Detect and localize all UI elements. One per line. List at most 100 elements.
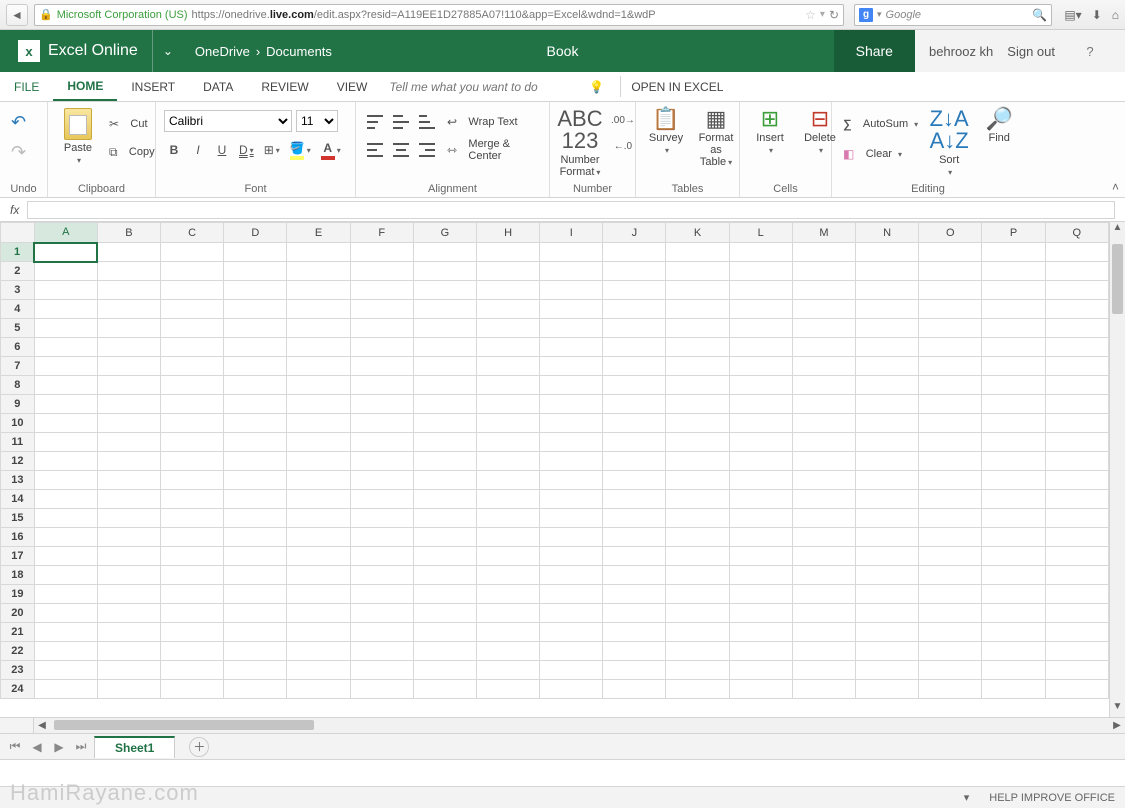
cell-J9[interactable] bbox=[603, 395, 666, 414]
cell-J5[interactable] bbox=[603, 319, 666, 338]
find-button[interactable]: 🔎 Find bbox=[977, 106, 1021, 146]
cell-I14[interactable] bbox=[540, 490, 603, 509]
cell-I4[interactable] bbox=[540, 300, 603, 319]
cell-N2[interactable] bbox=[856, 262, 919, 281]
cell-C18[interactable] bbox=[161, 566, 224, 585]
undo-button[interactable]: ↶ bbox=[8, 112, 29, 132]
document-title[interactable]: Book bbox=[547, 43, 579, 59]
cell-G7[interactable] bbox=[413, 357, 476, 376]
col-header-K[interactable]: K bbox=[666, 223, 729, 243]
cell-O11[interactable] bbox=[919, 433, 982, 452]
row-header-18[interactable]: 18 bbox=[1, 566, 35, 585]
cell-O20[interactable] bbox=[919, 604, 982, 623]
tab-insert[interactable]: INSERT bbox=[117, 72, 189, 101]
cell-B13[interactable] bbox=[97, 471, 160, 490]
last-sheet-icon[interactable]: ⏭ bbox=[72, 738, 90, 756]
cell-K16[interactable] bbox=[666, 528, 729, 547]
cell-M11[interactable] bbox=[792, 433, 855, 452]
cell-C2[interactable] bbox=[161, 262, 224, 281]
bold-button[interactable]: B bbox=[164, 140, 184, 160]
cell-F1[interactable] bbox=[350, 243, 413, 262]
cell-C5[interactable] bbox=[161, 319, 224, 338]
cell-O7[interactable] bbox=[919, 357, 982, 376]
cell-I8[interactable] bbox=[540, 376, 603, 395]
cell-Q4[interactable] bbox=[1045, 300, 1108, 319]
cell-A9[interactable] bbox=[34, 395, 97, 414]
cell-A22[interactable] bbox=[34, 642, 97, 661]
cell-J21[interactable] bbox=[603, 623, 666, 642]
cell-C13[interactable] bbox=[161, 471, 224, 490]
cell-D9[interactable] bbox=[224, 395, 287, 414]
cell-A19[interactable] bbox=[34, 585, 97, 604]
hscroll-thumb[interactable] bbox=[54, 720, 314, 730]
cell-F14[interactable] bbox=[350, 490, 413, 509]
cell-O14[interactable] bbox=[919, 490, 982, 509]
cell-K7[interactable] bbox=[666, 357, 729, 376]
cell-M17[interactable] bbox=[792, 547, 855, 566]
cell-J22[interactable] bbox=[603, 642, 666, 661]
cell-D23[interactable] bbox=[224, 661, 287, 680]
cell-A20[interactable] bbox=[34, 604, 97, 623]
cell-N22[interactable] bbox=[856, 642, 919, 661]
cell-A24[interactable] bbox=[34, 680, 97, 699]
cell-G13[interactable] bbox=[413, 471, 476, 490]
cell-K22[interactable] bbox=[666, 642, 729, 661]
row-header-15[interactable]: 15 bbox=[1, 509, 35, 528]
row-header-23[interactable]: 23 bbox=[1, 661, 35, 680]
cell-H12[interactable] bbox=[477, 452, 540, 471]
cell-K20[interactable] bbox=[666, 604, 729, 623]
cell-A3[interactable] bbox=[34, 281, 97, 300]
row-header-10[interactable]: 10 bbox=[1, 414, 35, 433]
cell-N18[interactable] bbox=[856, 566, 919, 585]
cell-A13[interactable] bbox=[34, 471, 97, 490]
cell-E8[interactable] bbox=[287, 376, 350, 395]
cell-G24[interactable] bbox=[413, 680, 476, 699]
user-name[interactable]: behrooz kh bbox=[929, 44, 993, 59]
align-left-button[interactable] bbox=[364, 140, 386, 160]
row-header-11[interactable]: 11 bbox=[1, 433, 35, 452]
cell-I23[interactable] bbox=[540, 661, 603, 680]
col-header-P[interactable]: P bbox=[982, 223, 1045, 243]
cell-P14[interactable] bbox=[982, 490, 1045, 509]
cell-B22[interactable] bbox=[97, 642, 160, 661]
cell-C4[interactable] bbox=[161, 300, 224, 319]
prev-sheet-icon[interactable]: ◀ bbox=[28, 738, 46, 756]
cell-N4[interactable] bbox=[856, 300, 919, 319]
cell-Q18[interactable] bbox=[1045, 566, 1108, 585]
cell-Q11[interactable] bbox=[1045, 433, 1108, 452]
cell-L12[interactable] bbox=[729, 452, 792, 471]
cell-B3[interactable] bbox=[97, 281, 160, 300]
cell-M14[interactable] bbox=[792, 490, 855, 509]
number-format-button[interactable]: ABC123 Number Format▾ bbox=[558, 106, 602, 180]
cell-I21[interactable] bbox=[540, 623, 603, 642]
search-engine-caret[interactable]: ▾ bbox=[877, 9, 882, 20]
scroll-down-icon[interactable]: ▼ bbox=[1110, 701, 1125, 717]
cell-L20[interactable] bbox=[729, 604, 792, 623]
cell-O19[interactable] bbox=[919, 585, 982, 604]
cell-F12[interactable] bbox=[350, 452, 413, 471]
cell-P6[interactable] bbox=[982, 338, 1045, 357]
cell-K10[interactable] bbox=[666, 414, 729, 433]
help-icon[interactable]: ? bbox=[1069, 44, 1111, 59]
cell-B17[interactable] bbox=[97, 547, 160, 566]
cell-M24[interactable] bbox=[792, 680, 855, 699]
cell-E22[interactable] bbox=[287, 642, 350, 661]
reload-icon[interactable]: ↻ bbox=[829, 8, 839, 22]
bookmark-star-icon[interactable]: ☆ bbox=[805, 8, 816, 22]
cell-N9[interactable] bbox=[856, 395, 919, 414]
tab-file[interactable]: FILE bbox=[0, 72, 53, 101]
cell-O16[interactable] bbox=[919, 528, 982, 547]
cell-P10[interactable] bbox=[982, 414, 1045, 433]
cell-P19[interactable] bbox=[982, 585, 1045, 604]
first-sheet-icon[interactable]: ⏮ bbox=[6, 738, 24, 756]
cell-C6[interactable] bbox=[161, 338, 224, 357]
row-header-4[interactable]: 4 bbox=[1, 300, 35, 319]
cell-N17[interactable] bbox=[856, 547, 919, 566]
cell-N11[interactable] bbox=[856, 433, 919, 452]
cell-H5[interactable] bbox=[477, 319, 540, 338]
cell-N7[interactable] bbox=[856, 357, 919, 376]
cell-J3[interactable] bbox=[603, 281, 666, 300]
col-header-F[interactable]: F bbox=[350, 223, 413, 243]
cell-O24[interactable] bbox=[919, 680, 982, 699]
cell-B9[interactable] bbox=[97, 395, 160, 414]
